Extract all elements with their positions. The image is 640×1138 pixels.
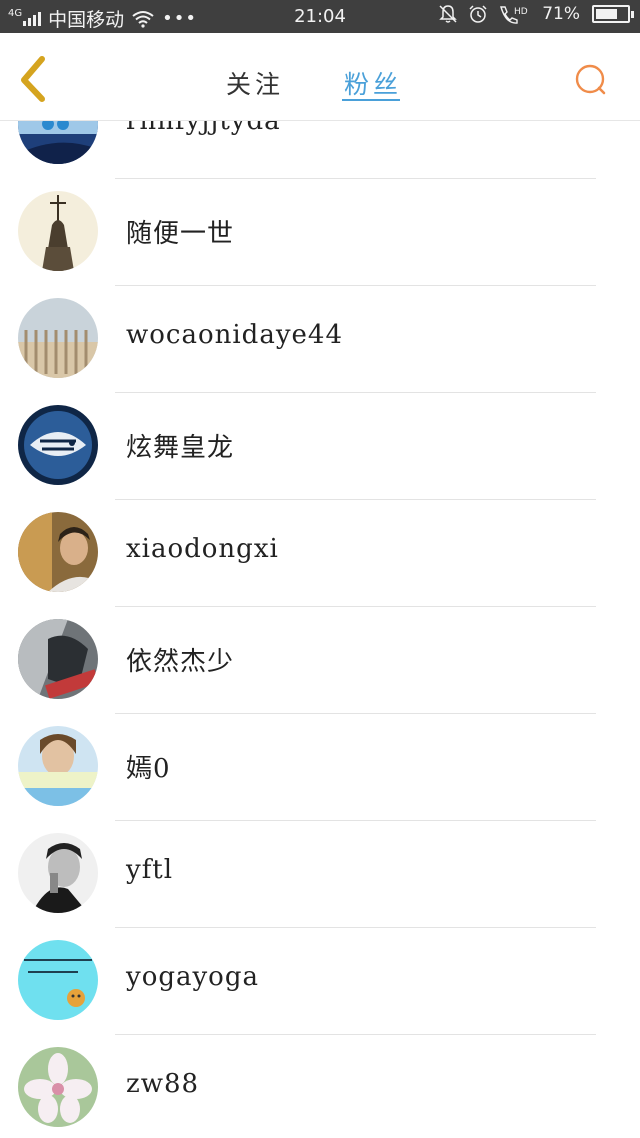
list-item[interactable]: 依然杰少 (0, 607, 640, 714)
tab-fans[interactable]: 粉丝 (344, 65, 402, 101)
avatar (18, 1047, 98, 1127)
battery-level (596, 9, 617, 19)
list-item[interactable]: wocaonidaye44 (0, 286, 640, 393)
username: 随便一世 (126, 219, 235, 249)
avatar (18, 726, 98, 806)
list-item[interactable]: rhnfyjjtyda (0, 121, 640, 179)
hd-label: HD (514, 7, 528, 17)
alarm-icon (469, 5, 487, 23)
back-button[interactable] (12, 53, 56, 103)
screen: 4G 中国移动 ••• 21:04 HD 71% 关注 粉丝 rhnfyjjty… (0, 0, 640, 1138)
list-item[interactable]: yftl (0, 821, 640, 928)
list-item[interactable]: yogayoga (0, 928, 640, 1035)
battery-percent: 71% (542, 4, 580, 24)
fans-list: rhnfyjjtyda 随便一世 wocaonidaye44 炫舞皇龙 xiao… (0, 121, 640, 1138)
list-item[interactable]: zw88 (0, 1035, 640, 1138)
chevron-left-icon (21, 56, 45, 102)
avatar (18, 298, 98, 378)
search-icon (575, 64, 606, 95)
username: wocaonidaye44 (126, 320, 343, 350)
username: xiaodongxi (126, 534, 279, 564)
avatar (18, 121, 98, 164)
avatar (18, 833, 98, 913)
mute-bell-icon (439, 5, 458, 23)
avatar (18, 940, 98, 1020)
status-bar: 4G 中国移动 ••• 21:04 HD 71% (0, 0, 640, 33)
search-button[interactable] (570, 60, 610, 100)
hd-call-icon: HD (500, 6, 528, 24)
tab-following[interactable]: 关注 (226, 65, 284, 101)
header: 关注 粉丝 (0, 33, 640, 121)
active-tab-indicator (342, 99, 400, 101)
username: 嫣0 (126, 754, 171, 784)
avatar (18, 191, 98, 271)
avatar (18, 512, 98, 592)
list-item[interactable]: 随便一世 (0, 179, 640, 286)
list-item[interactable]: xiaodongxi (0, 500, 640, 607)
username: 依然杰少 (126, 647, 235, 677)
list-item[interactable]: 炫舞皇龙 (0, 393, 640, 500)
username: yogayoga (126, 962, 259, 992)
list-item[interactable]: 嫣0 (0, 714, 640, 821)
username: yftl (126, 855, 174, 885)
username: 炫舞皇龙 (126, 433, 235, 463)
username: rhnfyjjtyda (126, 121, 281, 136)
avatar (18, 405, 98, 485)
battery-icon (592, 5, 634, 23)
username: zw88 (126, 1069, 200, 1099)
status-right: HD 71% (428, 4, 634, 24)
avatar (18, 619, 98, 699)
